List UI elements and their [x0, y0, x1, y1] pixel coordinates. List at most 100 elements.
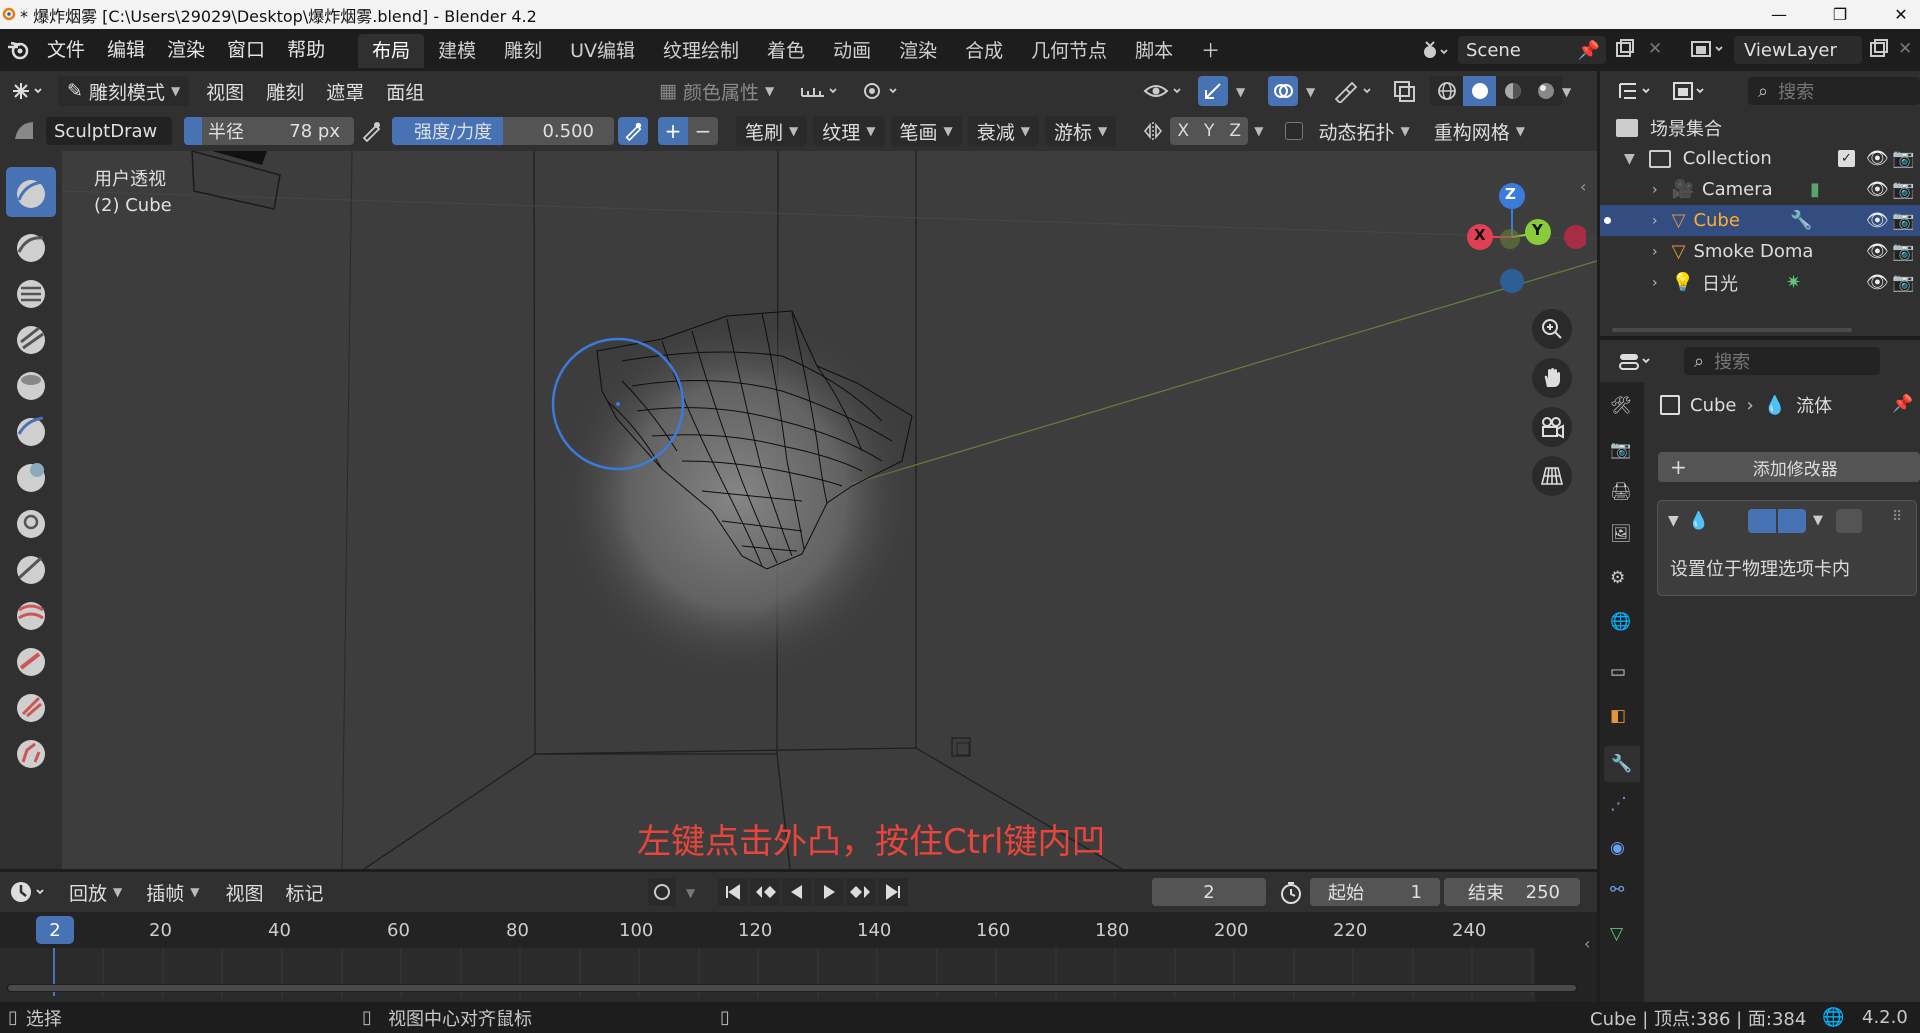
strength-pressure-icon[interactable]: [618, 117, 648, 145]
current-frame-field[interactable]: 2: [1152, 878, 1266, 906]
viewport-3d[interactable]: 用户透视 (2) Cube Z Y X ‹ 左键点击外凸，按住Ctrl键内凹: [62, 151, 1597, 869]
tab-particles[interactable]: ⋰: [1610, 794, 1627, 814]
modifier-extra-toggle[interactable]: [1836, 509, 1862, 533]
shading-dropdown-icon[interactable]: ▼: [1562, 85, 1571, 99]
expand-arrow-icon[interactable]: ›: [1652, 244, 1658, 260]
modifier-dropdown-icon[interactable]: ▼: [1813, 513, 1823, 528]
blender-menu-icon[interactable]: [2, 39, 36, 61]
tab-object[interactable]: ◧: [1610, 706, 1626, 726]
tab-layout[interactable]: 布局: [358, 34, 425, 68]
expand-arrow-icon[interactable]: ›: [1652, 213, 1658, 229]
exclude-checkbox[interactable]: ✓: [1838, 150, 1855, 167]
pinch-tool[interactable]: [6, 727, 56, 777]
mode-selector[interactable]: ✎ 雕刻模式 ▼: [58, 76, 190, 106]
show-viewport-toggle[interactable]: [1748, 509, 1776, 533]
visibility-eye-icon[interactable]: 👁: [1866, 148, 1889, 169]
render-camera-icon[interactable]: 📷: [1892, 179, 1914, 200]
pan-hand-button[interactable]: [1532, 358, 1572, 398]
close-button[interactable]: ✕: [1878, 0, 1920, 29]
dyntopo-dropdown[interactable]: 动态拓扑 ▼: [1309, 116, 1418, 146]
pin-icon[interactable]: 📌: [1578, 40, 1600, 61]
material-shading-icon[interactable]: [1496, 76, 1529, 106]
outliner-editor-type-icon[interactable]: [1612, 80, 1662, 102]
tab-modeling[interactable]: 建模: [424, 34, 490, 68]
outliner-item-cube[interactable]: › ▽ Cube 🔧 👁 📷: [1600, 205, 1920, 236]
tab-scene[interactable]: ⚙: [1610, 568, 1625, 588]
render-camera-icon[interactable]: 📷: [1892, 148, 1914, 169]
play-reverse-button[interactable]: [782, 878, 812, 906]
menu-file[interactable]: 文件: [36, 29, 96, 71]
tab-data[interactable]: ▽: [1610, 924, 1623, 944]
crease-tool[interactable]: [6, 497, 56, 547]
visibility-eye-icon[interactable]: 👁: [1866, 210, 1889, 231]
maximize-button[interactable]: ❐: [1817, 0, 1863, 29]
playback-menu[interactable]: 回放 ▼: [60, 877, 131, 907]
scene-selector-icon[interactable]: [1412, 35, 1454, 65]
render-camera-icon[interactable]: 📷: [1892, 272, 1914, 293]
prev-keyframe-button[interactable]: [750, 878, 780, 906]
smooth-tool[interactable]: [6, 543, 56, 593]
overlays-dropdown-icon[interactable]: ▼: [1306, 85, 1315, 99]
outliner-item-smoke-domain[interactable]: › ▽ Smoke Doma 👁 📷: [1600, 236, 1920, 267]
falloff-dropdown[interactable]: 衰减 ▼: [967, 116, 1039, 146]
show-render-toggle[interactable]: [1778, 509, 1806, 533]
mirror-y-toggle[interactable]: Y: [1196, 117, 1223, 145]
tab-collection[interactable]: ▭: [1610, 662, 1626, 682]
outliner-item-sun[interactable]: › 💡 日光 ✷ 👁 📷: [1600, 267, 1920, 298]
jump-end-button[interactable]: [878, 878, 908, 906]
color-attribute-dropdown[interactable]: ▦ 颜色属性 ▼: [650, 76, 783, 106]
xray-toggle-icon[interactable]: [1392, 79, 1418, 103]
tab-view-layer[interactable]: 🖼: [1610, 524, 1632, 544]
auto-keying-toggle[interactable]: [648, 878, 676, 906]
expand-collapse-icon[interactable]: ▼: [1624, 151, 1635, 167]
tab-render[interactable]: 📷: [1610, 440, 1631, 460]
menu-window[interactable]: 窗口: [216, 29, 276, 71]
next-keyframe-button[interactable]: [846, 878, 876, 906]
timeline-editor-type-icon[interactable]: [6, 880, 52, 904]
solid-shading-icon[interactable]: [1463, 76, 1496, 106]
overlays-icon[interactable]: [1268, 76, 1298, 106]
expand-arrow-icon[interactable]: ›: [1652, 275, 1658, 291]
delete-view-layer-icon[interactable]: ✕: [1898, 39, 1912, 59]
view-layer-field[interactable]: ViewLayer: [1734, 36, 1862, 64]
perspective-toggle-button[interactable]: [1532, 456, 1572, 496]
dyntopo-checkbox[interactable]: [1285, 122, 1304, 140]
render-camera-icon[interactable]: 📷: [1892, 241, 1914, 262]
cursor-dropdown[interactable]: 游标 ▼: [1045, 116, 1117, 146]
scene-name-field[interactable]: Scene 📌: [1458, 36, 1606, 64]
flatten-tool[interactable]: [6, 589, 56, 639]
tab-geometry-nodes[interactable]: 几何节点: [1017, 34, 1121, 68]
timeline-collapse-icon[interactable]: ‹: [1584, 934, 1590, 953]
collapse-sidebar-icon[interactable]: ‹: [1580, 177, 1586, 196]
pin-icon[interactable]: 📌: [1892, 394, 1913, 414]
tab-constraints[interactable]: ⚯: [1610, 880, 1624, 900]
inflate-tool[interactable]: [6, 405, 56, 455]
zoom-button[interactable]: [1532, 309, 1572, 349]
brush-name-field[interactable]: SculptDraw: [46, 117, 172, 145]
expand-arrow-icon[interactable]: ›: [1652, 182, 1658, 198]
menu-mask[interactable]: 遮罩: [315, 78, 375, 105]
tab-texture-paint[interactable]: 纹理绘制: [649, 34, 753, 68]
clay-strips-tool[interactable]: [6, 313, 56, 363]
menu-render[interactable]: 渲染: [156, 29, 216, 71]
tab-compositing[interactable]: 合成: [951, 34, 1017, 68]
brush-thumbnail-icon[interactable]: [8, 119, 40, 143]
minimize-button[interactable]: —: [1756, 0, 1802, 29]
outliner-scrollbar[interactable]: [1612, 328, 1852, 332]
remesh-dropdown[interactable]: 重构网格 ▼: [1425, 116, 1534, 146]
delete-scene-icon[interactable]: ✕: [1648, 39, 1662, 59]
modifier-collapse-icon[interactable]: ▼: [1668, 513, 1679, 529]
play-button[interactable]: [814, 878, 844, 906]
timeline-marker-menu[interactable]: 标记: [275, 879, 335, 906]
tab-uv-editing[interactable]: UV编辑: [556, 34, 649, 68]
draw-sharp-tool[interactable]: [6, 221, 56, 271]
xray-brush-icon[interactable]: [1332, 79, 1378, 103]
texture-dropdown[interactable]: 纹理 ▼: [813, 116, 885, 146]
visibility-eye-icon[interactable]: 👁: [1866, 241, 1889, 262]
direction-subtract-button[interactable]: −: [688, 117, 718, 145]
symmetry-ruler-icon[interactable]: [798, 80, 844, 102]
rendered-shading-icon[interactable]: [1529, 76, 1562, 106]
timeline-area[interactable]: 20 40 60 80 100 120 140 160 180 200 220 …: [0, 912, 1597, 1002]
timeline-view-menu[interactable]: 视图: [215, 879, 275, 906]
wireframe-shading-icon[interactable]: [1430, 76, 1463, 106]
